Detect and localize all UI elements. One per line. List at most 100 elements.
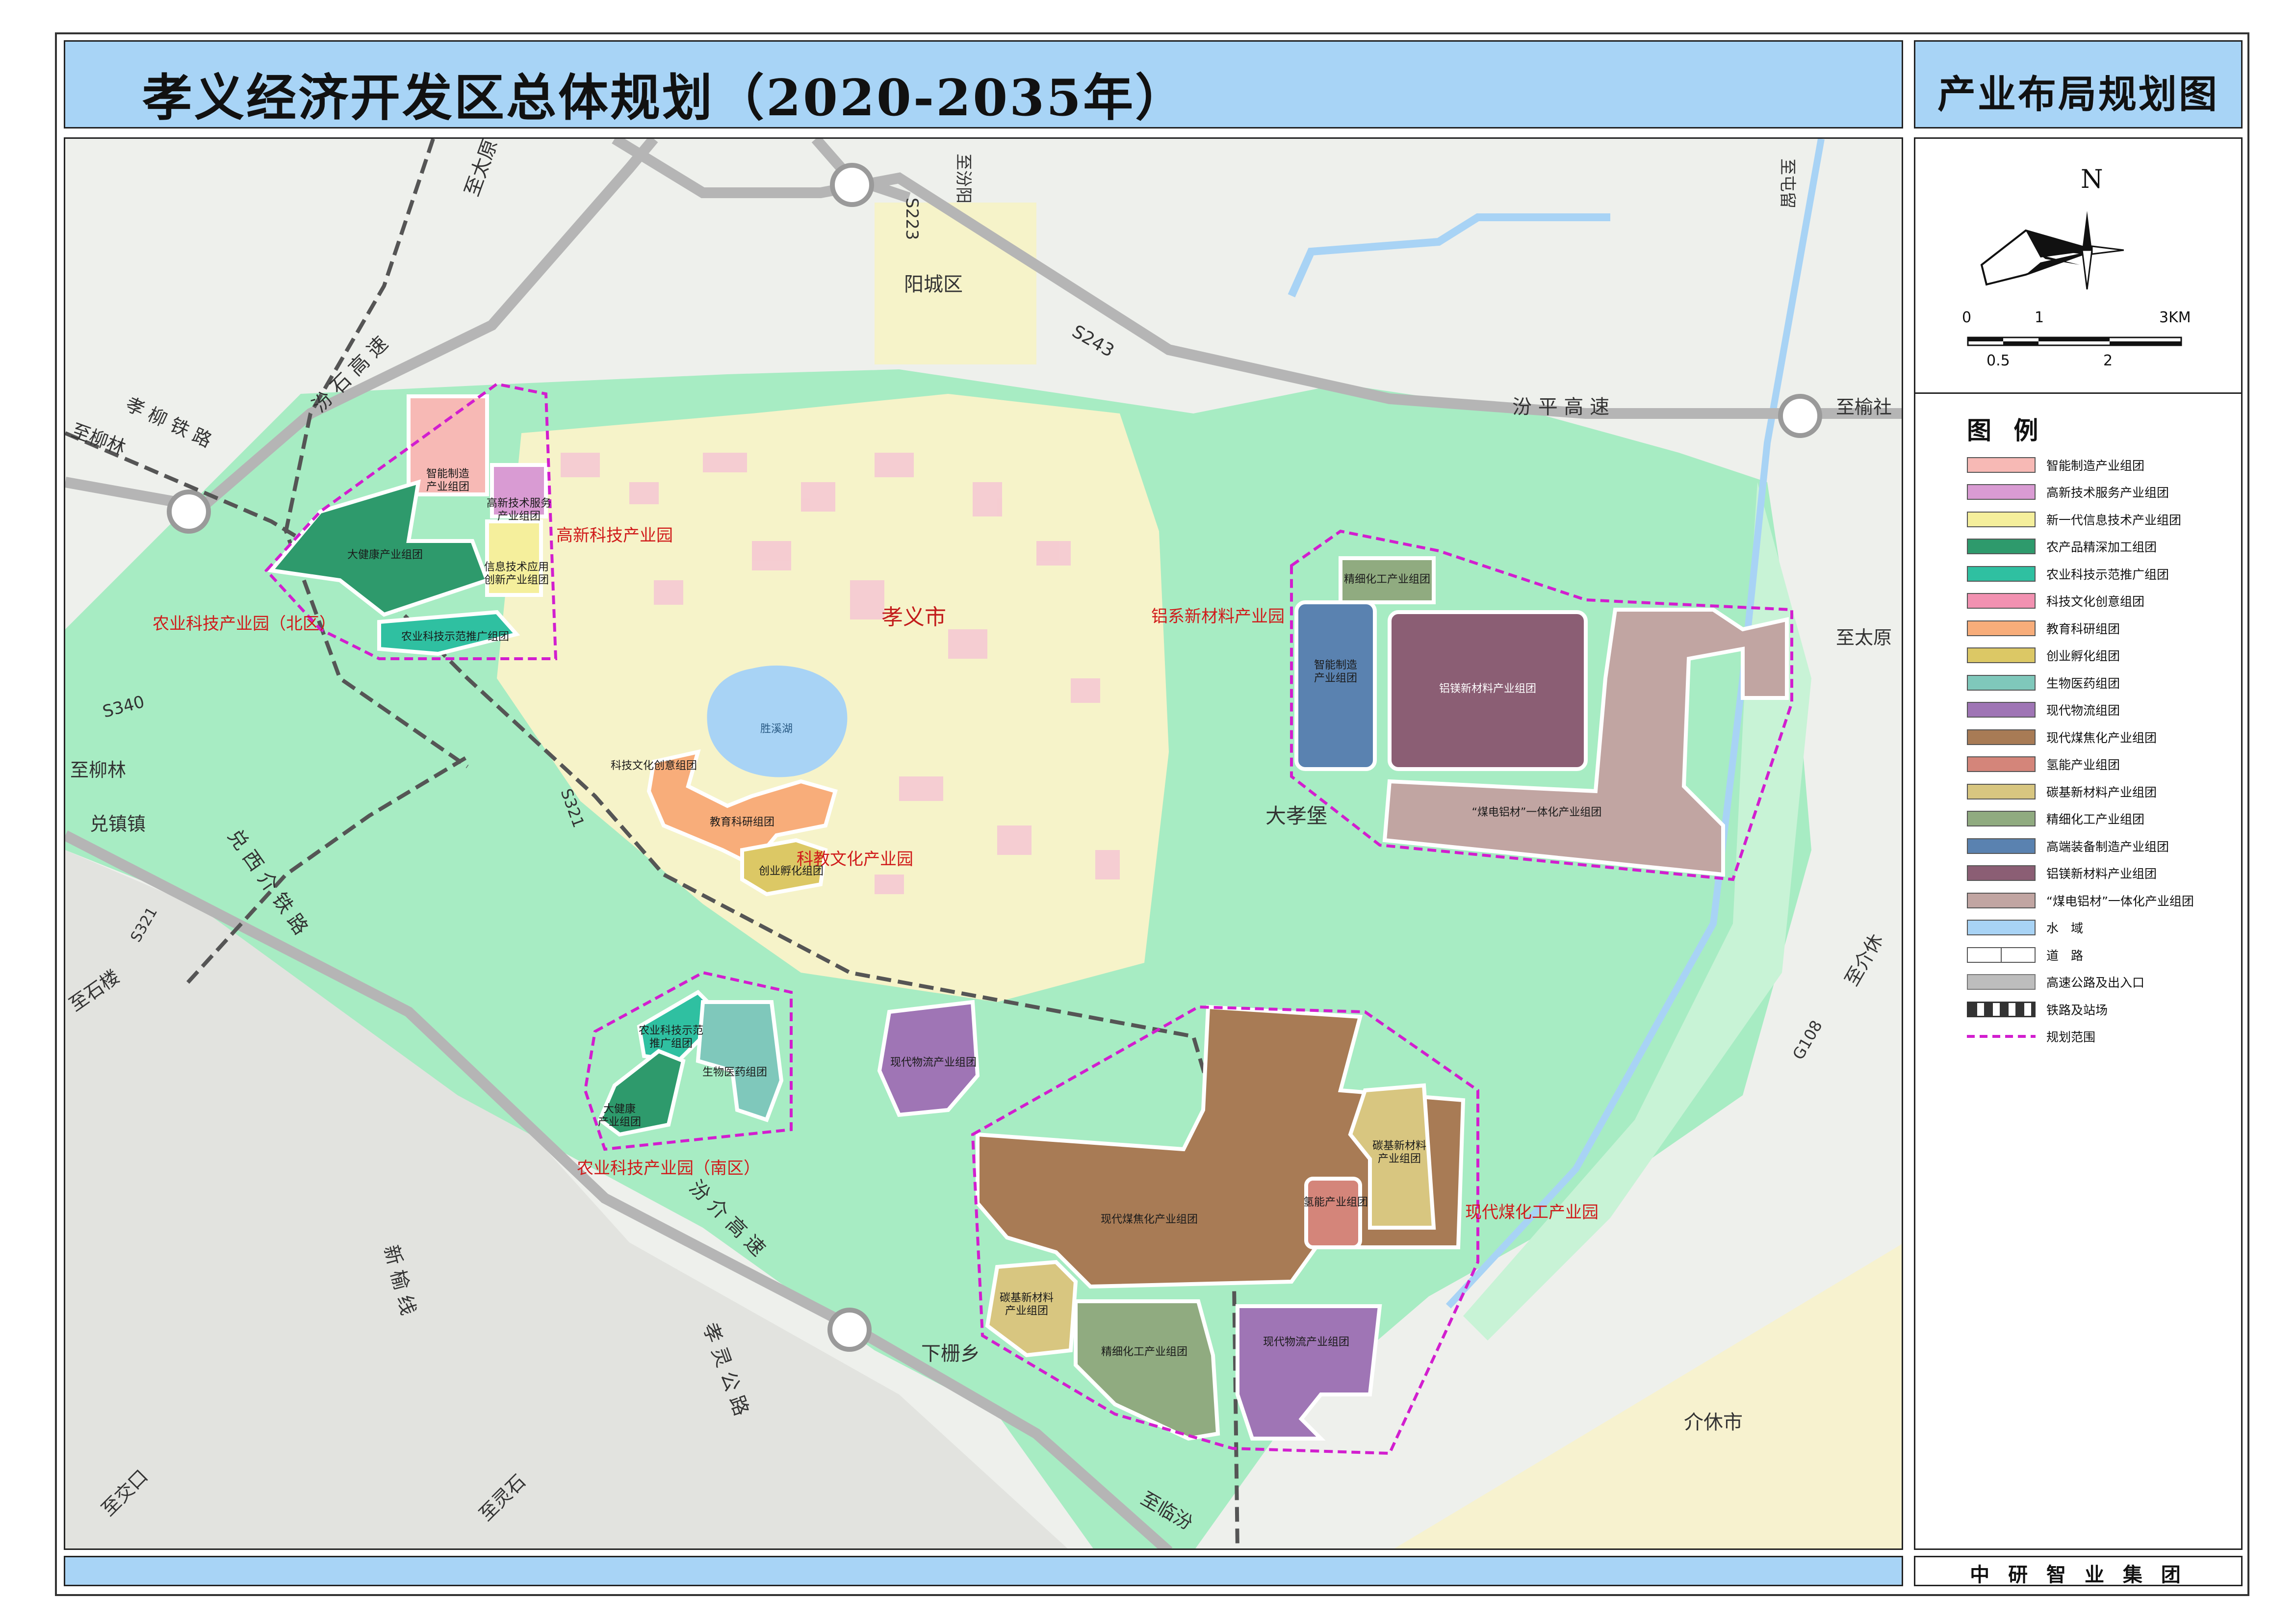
legend-label: 创业孵化组团 xyxy=(2046,649,2120,664)
scale-label-0.5: 0.5 xyxy=(1986,352,2010,369)
scale-label-1: 1 xyxy=(2035,309,2044,326)
legend-swatch xyxy=(1967,457,2036,473)
label-zhi-tunliu: 至屯留 xyxy=(1778,158,1797,208)
label-chuangye-fuhua: 创业孵化组团 xyxy=(759,865,824,877)
label-meidian-lvcai: “煤电铝材”一体化产业组团 xyxy=(1472,806,1602,819)
scale-label-3km: 3KM xyxy=(2159,309,2191,326)
legend-item: 农业科技示范推广组团 xyxy=(1967,560,2194,588)
label-zhineng-zhizao-n: 智能制造产业组团 xyxy=(426,468,469,493)
scale-bar-icon xyxy=(1967,336,2182,346)
label-park-meihuagong: 现代煤化工产业园 xyxy=(1465,1203,1599,1222)
cluster-qingneng xyxy=(1304,1177,1362,1249)
legend-swatch xyxy=(1967,947,2036,963)
legend-swatch xyxy=(1967,756,2036,773)
legend-swatch xyxy=(1967,511,2036,527)
label-shengxi-lake: 胜溪湖 xyxy=(760,723,793,735)
legend-item: 铁路及站场 xyxy=(1967,996,2194,1023)
legend-item: 创业孵化组团 xyxy=(1967,642,2194,670)
legend-swatch xyxy=(1967,702,2036,718)
legend-swatch xyxy=(1967,729,2036,745)
legend-item: 氢能产业组团 xyxy=(1967,751,2194,778)
legend-swatch xyxy=(1967,865,2036,881)
label-xiashanxiang: 下栅乡 xyxy=(921,1342,980,1365)
label-nongke-n: 农业科技示范推广组团 xyxy=(401,631,509,643)
legend-swatch xyxy=(1967,620,2036,636)
legend-item: 智能制造产业组团 xyxy=(1967,451,2194,479)
legend-label: 智能制造产业组团 xyxy=(2046,458,2145,473)
legend-label: 铁路及站场 xyxy=(2046,1003,2108,1017)
legend-item: 碳基新材料产业组团 xyxy=(1967,778,2194,805)
legend-label: 精细化工产业组团 xyxy=(2046,812,2145,827)
legend-item: 高新技术服务产业组团 xyxy=(1967,479,2194,506)
label-park-nongye-south: 农业科技产业园（南区） xyxy=(577,1159,760,1178)
legend-swatch xyxy=(1967,920,2036,936)
legend-label: 农产品精深加工组团 xyxy=(2046,540,2157,555)
legend-label: 教育科研组团 xyxy=(2046,621,2120,636)
legend-title: 图 例 xyxy=(1967,416,2045,445)
legend-item: 规划范围 xyxy=(1967,1023,2194,1051)
label-jingxi-huagong-n: 精细化工产业组团 xyxy=(1344,573,1430,586)
scale-label-2: 2 xyxy=(2103,352,2113,369)
legend-label: 道 路 xyxy=(2046,948,2084,963)
legend-swatch xyxy=(1967,593,2036,609)
label-zhi-liulin-w: 至柳林 xyxy=(70,759,126,781)
legend-item: 高速公路及出入口 xyxy=(1967,969,2194,996)
legend-label: 氢能产业组团 xyxy=(2046,758,2120,773)
legend-label: 科技文化创意组团 xyxy=(2046,594,2145,609)
sheet-title: 产业布局规划图 xyxy=(1937,72,2219,117)
legend-label: 新一代信息技术产业组团 xyxy=(2046,513,2182,527)
label-park-nongye-north: 农业科技产业园（北区） xyxy=(153,614,336,634)
legend-item: 生物医药组团 xyxy=(1967,669,2194,696)
label-xiaoyi-city: 孝义市 xyxy=(881,605,946,630)
label-wuliu-w: 现代物流产业组团 xyxy=(890,1057,977,1069)
label-daxiaobao: 大孝堡 xyxy=(1265,804,1327,828)
compass-north-label: N xyxy=(2081,165,2103,194)
legend-item: 现代物流组团 xyxy=(1967,696,2194,724)
legend-label: 碳基新材料产业组团 xyxy=(2046,785,2157,799)
label-tanji-e: 碳基新材料产业组团 xyxy=(1372,1140,1426,1165)
shengxi-lake xyxy=(707,665,848,777)
legend-item: 农产品精深加工组团 xyxy=(1967,533,2194,561)
label-fenping: 汾 平 高 速 xyxy=(1512,396,1609,418)
compass-icon xyxy=(1980,211,2124,290)
label-lvmei: 铝镁新材料产业组团 xyxy=(1439,683,1536,695)
legend-label: 生物医药组团 xyxy=(2046,676,2120,691)
label-jingxi-huagong-s: 精细化工产业组团 xyxy=(1101,1346,1187,1358)
legend-item: 新一代信息技术产业组团 xyxy=(1967,506,2194,533)
label-yangcheng: 阳城区 xyxy=(904,273,963,296)
legend-swatch xyxy=(1967,892,2036,908)
map-title: 孝义经济开发区总体规划（2020-2035年） xyxy=(142,69,1187,128)
legend-item: 科技文化创意组团 xyxy=(1967,588,2194,615)
legend-item: 现代煤焦化产业组团 xyxy=(1967,723,2194,751)
legend-swatch xyxy=(1967,783,2036,799)
legend-swatch xyxy=(1967,484,2036,500)
legend-list: 智能制造产业组团高新技术服务产业组团新一代信息技术产业组团 农产品精深加工组团农业… xyxy=(1967,451,2194,1050)
label-tanji-w: 碳基新材料产业组团 xyxy=(1000,1292,1054,1317)
legend-item: 水 域 xyxy=(1967,914,2194,942)
label-s223: S223 xyxy=(902,198,922,240)
legend-swatch xyxy=(1967,1035,2036,1038)
label-dajiankang-s: 大健康产业组团 xyxy=(598,1103,641,1128)
cluster-zhineng-zhizao-e xyxy=(1294,600,1377,771)
legend-label: 现代物流组团 xyxy=(2046,703,2120,718)
legend-swatch xyxy=(1967,566,2036,582)
legend-item: 高端装备制造产业组团 xyxy=(1967,832,2194,860)
legend-label: 高速公路及出入口 xyxy=(2046,976,2145,990)
label-jiaoyu-keyan: 教育科研组团 xyxy=(710,816,774,828)
legend-label: 规划范围 xyxy=(2046,1030,2096,1045)
label-duizhen: 兑镇镇 xyxy=(90,813,146,835)
label-park-lvxi: 铝系新材料产业园 xyxy=(1151,607,1285,626)
map-svg: 孝义市 阳城区 大孝堡 下栅乡 介休市 胜溪湖 高新科技产业园 农业科技产业园（… xyxy=(65,139,1902,1548)
legend-swatch xyxy=(1967,539,2036,555)
footer-bar xyxy=(64,1556,1903,1586)
label-jiexiu-city: 介休市 xyxy=(1684,1411,1743,1434)
label-meijiaohua: 现代煤焦化产业组团 xyxy=(1101,1213,1198,1226)
legend-swatch xyxy=(1967,838,2036,854)
legend-swatch xyxy=(1967,1001,2036,1017)
legend-label: 现代煤焦化产业组团 xyxy=(2046,730,2157,745)
legend-label: “煤电铝材”一体化产业组团 xyxy=(2046,894,2194,908)
legend-item: 铝镁新材料产业组团 xyxy=(1967,860,2194,887)
label-shengwu-yiyao: 生物医药组团 xyxy=(702,1066,767,1079)
legend-item: 精细化工产业组团 xyxy=(1967,805,2194,833)
label-park-gaoxin: 高新科技产业园 xyxy=(556,526,673,545)
